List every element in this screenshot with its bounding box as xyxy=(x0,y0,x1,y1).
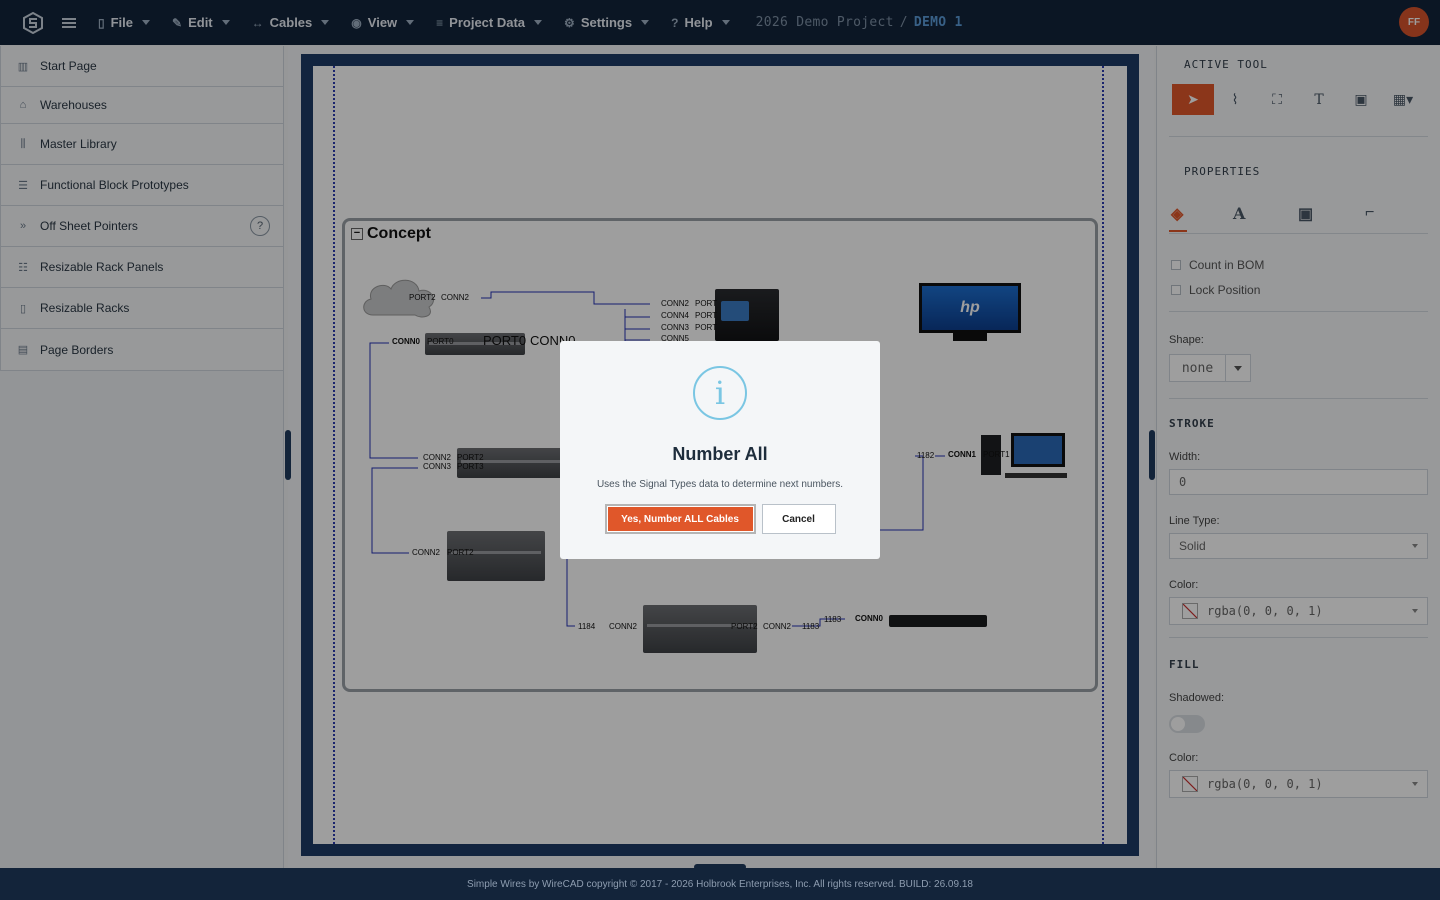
copyright-text: Simple Wires by WireCAD copyright © 2017… xyxy=(467,878,973,890)
footer: Simple Wires by WireCAD copyright © 2017… xyxy=(0,868,1440,900)
info-icon: i xyxy=(693,366,747,420)
dialog-message: Uses the Signal Types data to determine … xyxy=(596,479,844,490)
confirm-number-all-button[interactable]: Yes, Number ALL Cables xyxy=(604,504,756,534)
cancel-button[interactable]: Cancel xyxy=(761,504,836,534)
number-all-dialog: i Number All Uses the Signal Types data … xyxy=(560,341,880,559)
right-splitter-handle[interactable] xyxy=(1149,430,1155,480)
dialog-buttons: Yes, Number ALL Cables Cancel xyxy=(560,504,880,534)
dialog-title: Number All xyxy=(672,444,768,464)
left-splitter-handle[interactable] xyxy=(285,430,291,480)
